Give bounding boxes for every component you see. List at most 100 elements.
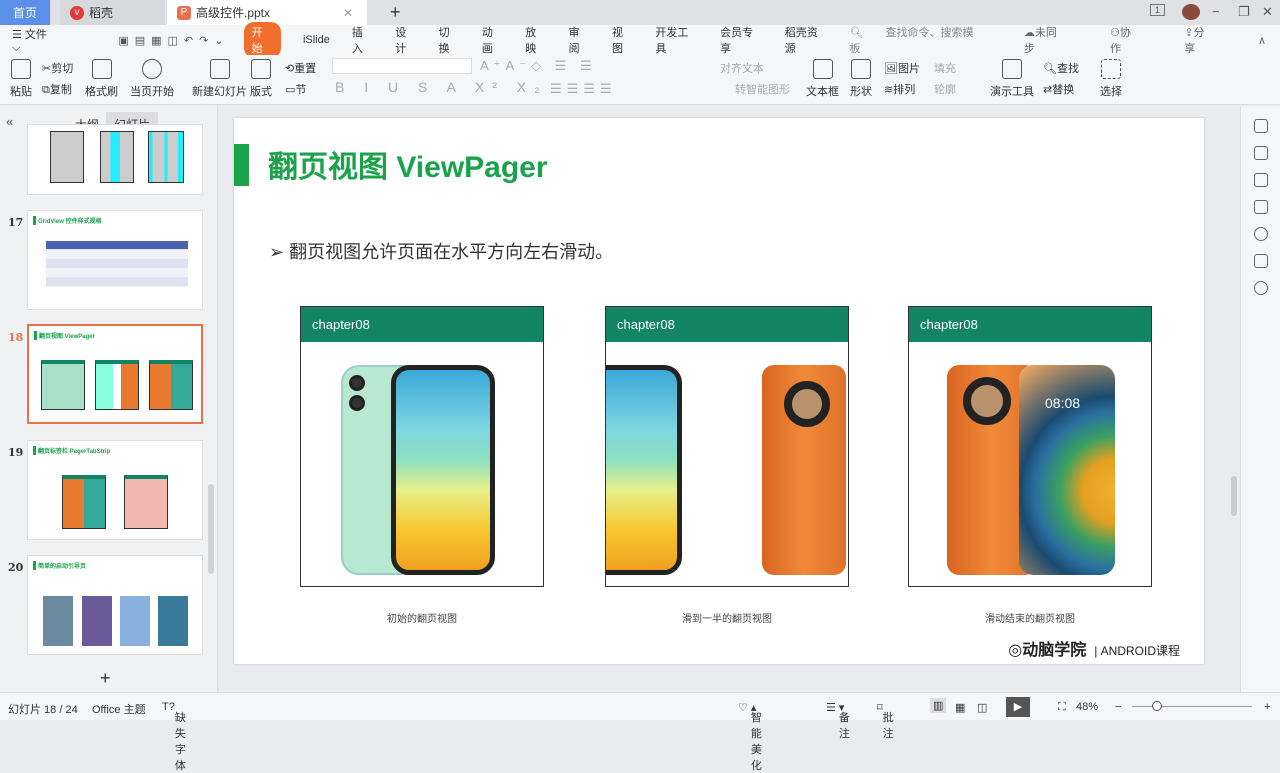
- new-slide-button[interactable]: 新建幻灯片: [192, 59, 247, 99]
- format-painter-button[interactable]: 格式刷: [85, 59, 118, 99]
- canvas-scrollbar[interactable]: [1231, 476, 1237, 516]
- restore-button[interactable]: ❐: [1238, 4, 1250, 20]
- smart-shape-button[interactable]: 转智能图形: [735, 81, 790, 97]
- outline-button[interactable]: 轮廓: [934, 81, 956, 97]
- screenshot-card[interactable]: chapter08: [605, 306, 849, 587]
- new-tab-button[interactable]: +: [380, 0, 401, 25]
- missing-font-button[interactable]: T? 缺失字体: [162, 701, 186, 772]
- settings-icon[interactable]: [1253, 146, 1268, 160]
- copy-button[interactable]: ⧉复制: [42, 81, 72, 97]
- properties-icon[interactable]: [1253, 119, 1268, 133]
- align-text-button[interactable]: 对齐文本: [720, 60, 764, 76]
- theme-name[interactable]: Office 主题: [92, 701, 146, 717]
- slide-thumbnail-selected[interactable]: 翻页视图 ViewPager: [27, 324, 203, 424]
- comment-button[interactable]: ⌑ 批注: [877, 701, 894, 740]
- close-button[interactable]: ✕: [1262, 4, 1273, 20]
- collapse-ribbon-icon[interactable]: ∧: [1258, 34, 1266, 47]
- reading-view-button[interactable]: ◫: [977, 701, 987, 714]
- menu-islide[interactable]: iSlide: [303, 34, 330, 46]
- title-accent-bar: [234, 144, 249, 186]
- menu-slideshow[interactable]: 放映: [525, 24, 546, 56]
- card-header: chapter08: [909, 307, 1151, 342]
- phone-huawei-back-image: [762, 365, 846, 575]
- menu-design[interactable]: 设计: [395, 24, 416, 56]
- cut-button[interactable]: ✂剪切: [42, 60, 73, 76]
- panel-scrollbar[interactable]: [208, 484, 214, 574]
- menu-insert[interactable]: 插入: [352, 24, 373, 56]
- image-icon[interactable]: [1253, 254, 1268, 268]
- share-button[interactable]: ⇪分享: [1184, 24, 1236, 56]
- slide-bullet[interactable]: ➢ 翻页视图允许页面在水平方向左右滑动。: [269, 238, 613, 264]
- share-label: 分享: [1184, 27, 1205, 55]
- fill-button[interactable]: 填充: [934, 60, 956, 76]
- section-button[interactable]: ▭节: [285, 81, 306, 97]
- sorter-view-button[interactable]: ▦: [955, 701, 965, 714]
- select-button[interactable]: 选择: [1100, 59, 1122, 99]
- cut-label: 剪切: [51, 63, 74, 75]
- slide-thumbnail[interactable]: GridView 控件样式规格: [27, 210, 203, 310]
- menu-member[interactable]: 会员专享: [720, 24, 763, 56]
- font-style-buttons[interactable]: B I U S A X² X₂: [335, 79, 548, 95]
- zoom-slider-handle[interactable]: [1152, 701, 1162, 711]
- zoom-out-button[interactable]: −: [1115, 701, 1121, 713]
- normal-view-button[interactable]: ▥: [930, 698, 947, 713]
- new-slide-icon: [209, 59, 230, 79]
- minimize-button[interactable]: −: [1212, 4, 1220, 19]
- collapse-panel-icon[interactable]: «: [6, 114, 13, 129]
- copy-icon[interactable]: [1253, 200, 1268, 214]
- menu-daoke-resources[interactable]: 稻壳资源: [785, 24, 828, 56]
- slide[interactable]: 翻页视图 ViewPager ➢ 翻页视图允许页面在水平方向左右滑动。 chap…: [234, 118, 1204, 664]
- sync-button[interactable]: ☁未同步: [1024, 24, 1088, 56]
- beautify-button[interactable]: ♡ 智能美化 ▴: [738, 701, 762, 772]
- play-slideshow-button[interactable]: ▶: [1006, 697, 1030, 717]
- close-tab-icon[interactable]: ✕: [343, 6, 353, 20]
- menu-review[interactable]: 审阅: [569, 24, 590, 56]
- menu-developer[interactable]: 开发工具: [655, 24, 698, 56]
- font-family-select[interactable]: [332, 58, 472, 74]
- zoom-slider[interactable]: [1132, 706, 1252, 707]
- arrange-button[interactable]: ≋排列: [884, 81, 915, 97]
- logo-subtitle: | ANDROID课程: [1094, 644, 1180, 658]
- command-search[interactable]: 🔍︎ 查找命令、搜索模板: [850, 24, 1002, 56]
- collab-button[interactable]: ⚇协作: [1110, 24, 1162, 56]
- slide-thumbnail[interactable]: 翻页标签栏 PagerTabStrip: [27, 440, 203, 540]
- replace-button[interactable]: ⇄替换: [1043, 81, 1074, 97]
- shape-button[interactable]: 形状: [850, 59, 872, 99]
- avatar[interactable]: [1182, 4, 1200, 20]
- menu-animation[interactable]: 动画: [482, 24, 503, 56]
- slide-thumbnail[interactable]: [27, 124, 203, 195]
- find-button[interactable]: 🔍︎查找: [1043, 60, 1079, 76]
- slide-title[interactable]: 翻页视图 ViewPager: [268, 142, 548, 186]
- layout-button[interactable]: 版式: [250, 59, 272, 99]
- tab-daoke[interactable]: v 稻壳: [60, 0, 165, 25]
- location-icon[interactable]: [1253, 281, 1268, 295]
- tab-home[interactable]: 首页: [0, 0, 50, 25]
- page-indicator[interactable]: 1: [1150, 4, 1166, 16]
- textbox-button[interactable]: 文本框: [806, 59, 839, 99]
- select-icon: [1101, 59, 1121, 79]
- picture-button[interactable]: 🖼︎图片: [884, 60, 920, 76]
- font-size-buttons[interactable]: A⁺A⁻◇ ☰ ☰: [480, 58, 597, 74]
- paragraph-align-buttons[interactable]: ☰☰☰☰: [550, 81, 617, 97]
- screenshot-card[interactable]: chapter08 08:08: [908, 306, 1152, 587]
- notes-button[interactable]: ☰ 备注 ▾: [826, 701, 850, 740]
- menu-view[interactable]: 视图: [612, 24, 633, 56]
- file-menu[interactable]: ☰ 文件 ⌵: [12, 26, 78, 55]
- star-icon[interactable]: [1253, 173, 1268, 187]
- presenter-tools-button[interactable]: 演示工具: [990, 59, 1034, 99]
- screenshot-card[interactable]: chapter08: [300, 306, 544, 587]
- zoom-level[interactable]: 48%: [1076, 701, 1098, 713]
- menu-transition[interactable]: 切换: [439, 24, 460, 56]
- fit-window-button[interactable]: ⛶: [1058, 701, 1066, 714]
- play-current-button[interactable]: 当页开始: [130, 59, 174, 99]
- collab-label: 协作: [1109, 27, 1131, 55]
- help-icon[interactable]: [1253, 227, 1268, 241]
- quick-access-icons[interactable]: ▣▤▦◫↶↷⌄: [118, 34, 229, 47]
- menu-bar: ☰ 文件 ⌵ ▣▤▦◫↶↷⌄ 开始 iSlide 插入 设计 切换 动画 放映 …: [0, 22, 1280, 58]
- reset-button[interactable]: ⟲重置: [285, 60, 316, 76]
- paste-button[interactable]: 粘贴: [10, 59, 32, 99]
- slide-thumbnail[interactable]: 简单的启动引导页: [27, 555, 203, 655]
- menu-start[interactable]: 开始: [243, 22, 281, 58]
- zoom-in-button[interactable]: +: [1264, 701, 1270, 713]
- add-slide-button[interactable]: +: [100, 668, 111, 689]
